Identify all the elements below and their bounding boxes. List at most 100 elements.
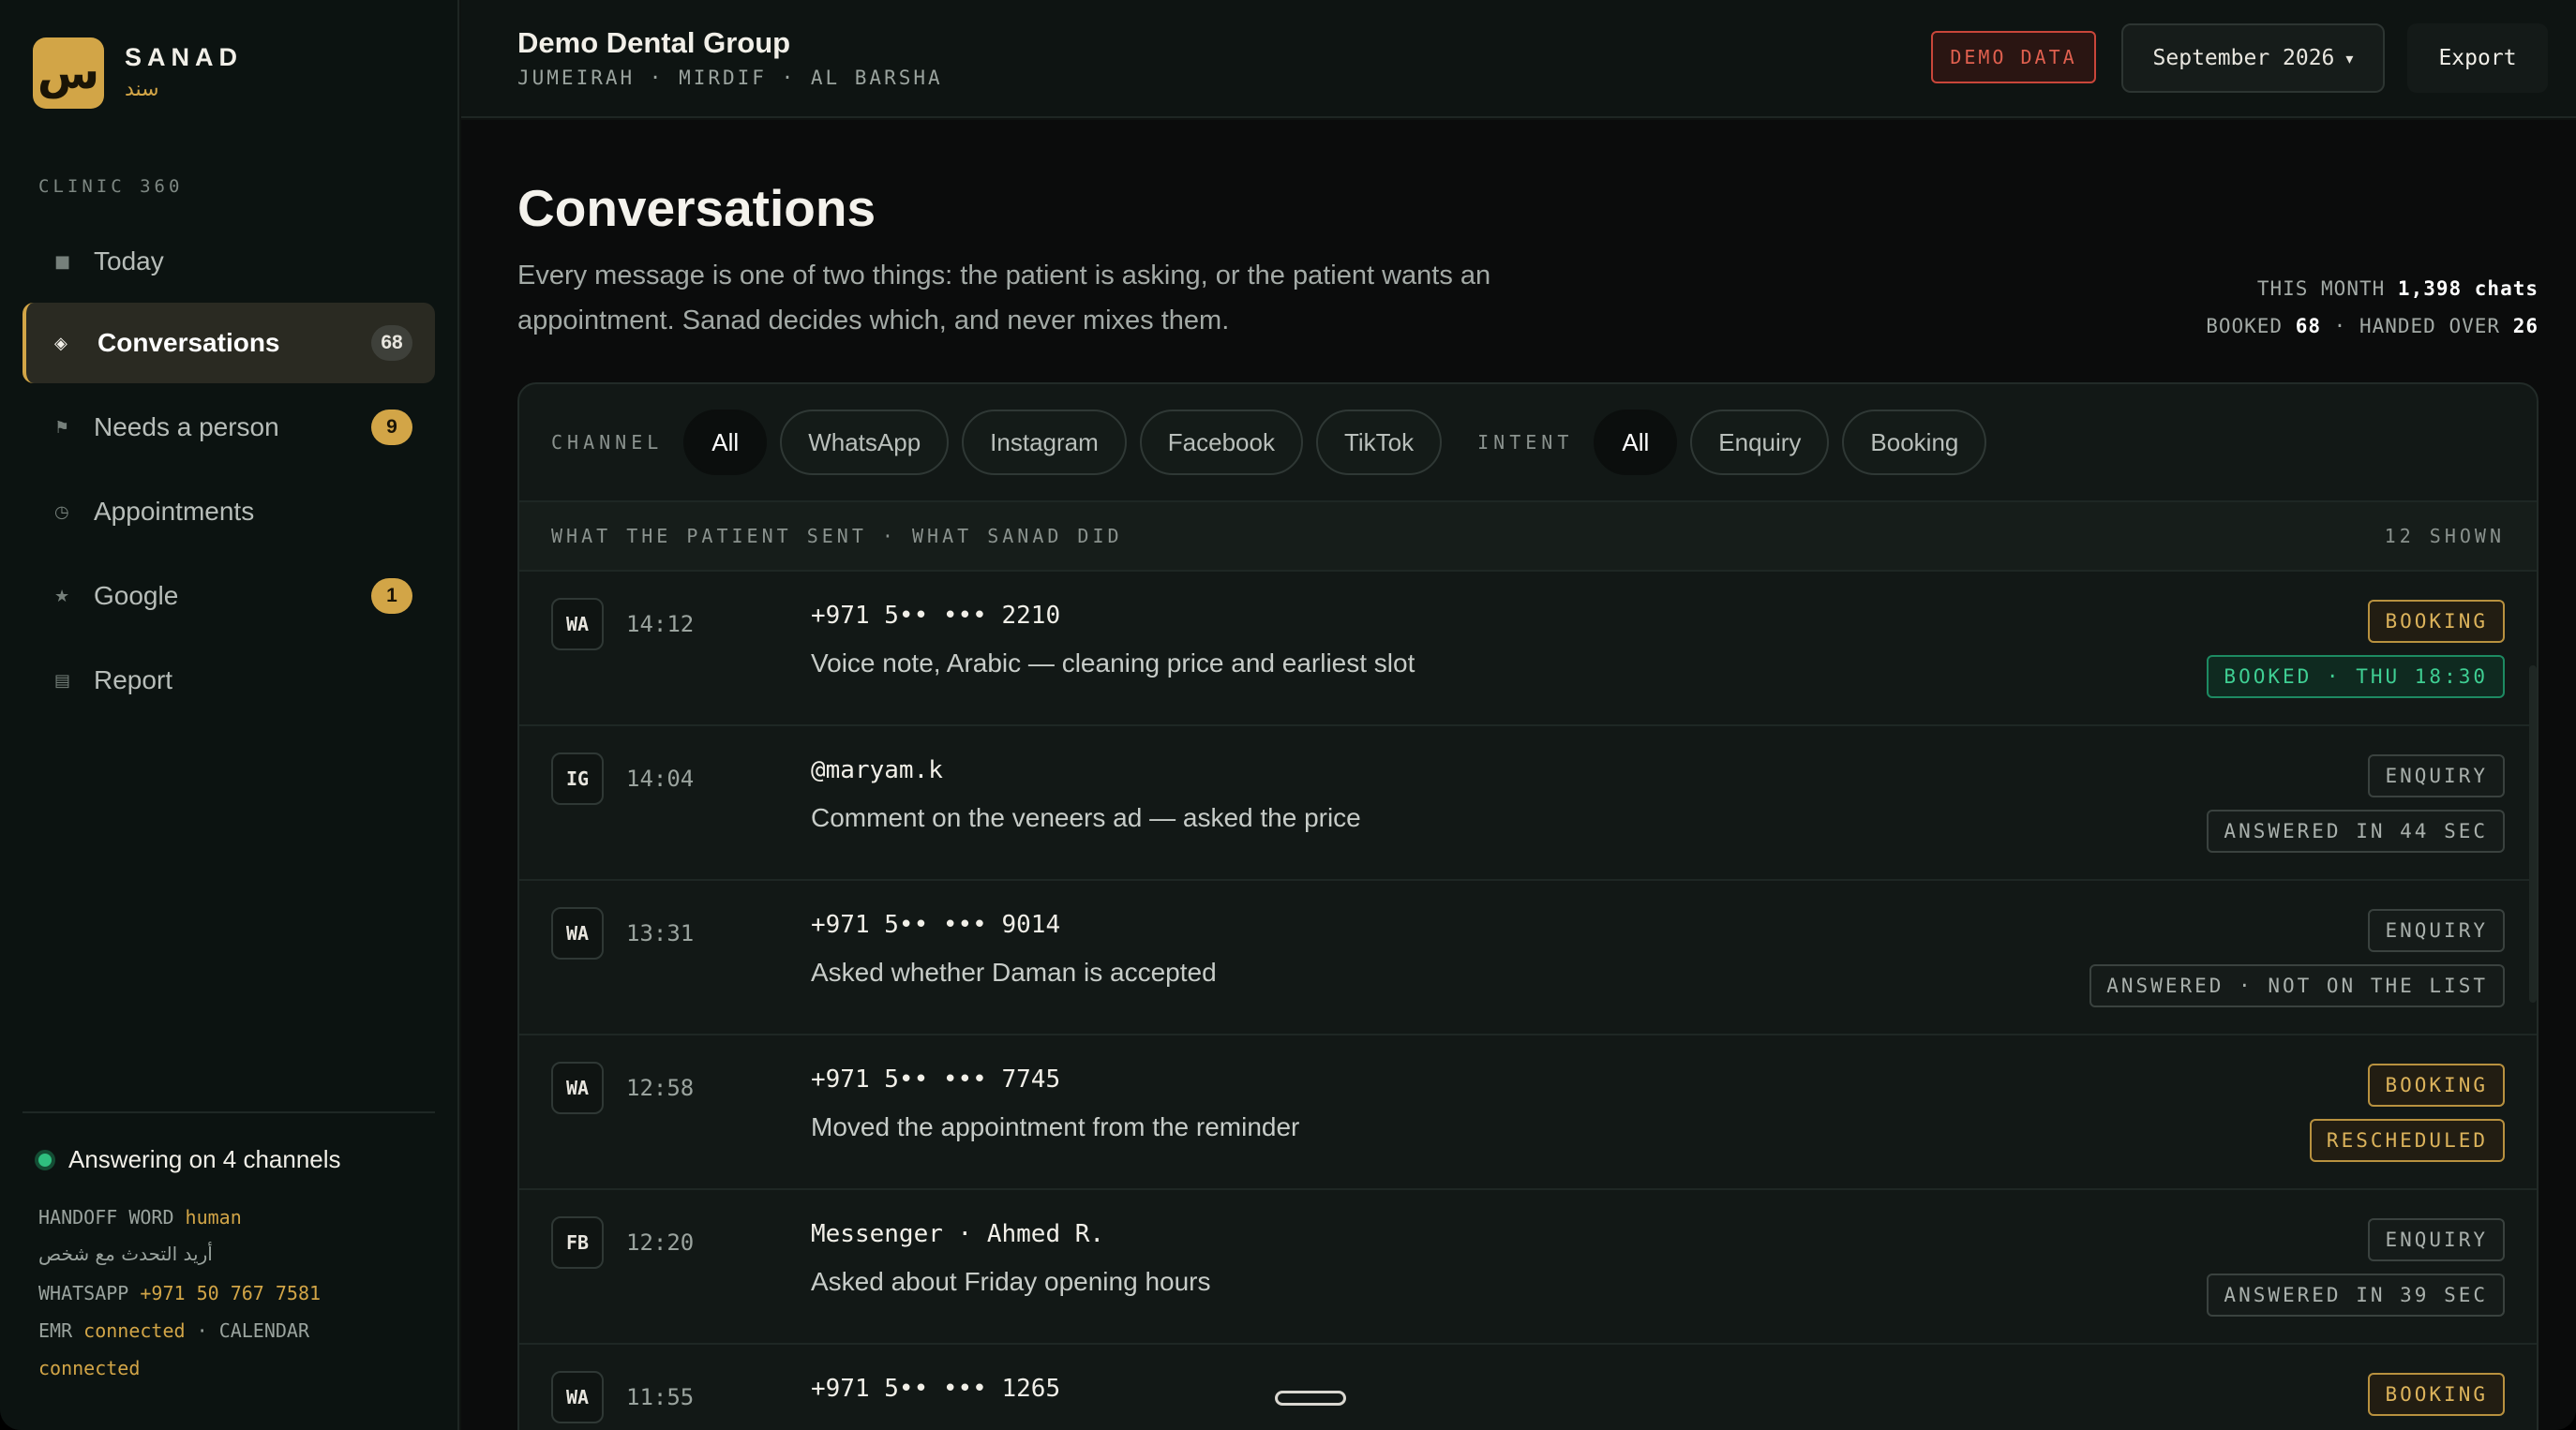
handoff-word-value: human [185,1206,242,1229]
export-button[interactable]: Export [2407,23,2548,93]
contact-id: @maryam.k [811,756,943,784]
channel-status: Answering on 4 channels [68,1145,341,1173]
message-time: 13:31 [626,920,695,946]
stats-separator: · [2333,315,2347,337]
contact-id: +971 5•• ••• 7745 [811,1065,1061,1094]
stats-month-value: 1,398 chats [2397,277,2539,300]
stats-handed-label: HANDED OVER [2359,315,2501,337]
handoff-word-arabic: أريد التحدث مع شخص [38,1243,213,1265]
sidebar-item-label: Needs a person [94,412,279,441]
demo-data-badge: DEMO DATA [1931,31,2096,83]
handoff-word-line: HANDOFF WORD human [38,1206,242,1229]
sidebar-item-label: Google [94,581,179,610]
intent-tag: BOOKING [2368,1064,2505,1107]
intent-tag: ENQUIRY [2368,1218,2505,1261]
conversation-row[interactable]: WA 12:58 +971 5•• ••• 7745 Moved the appoin… [519,1035,2537,1190]
filter-label: CHANNEL [551,431,664,454]
stats-line-outcomes: BOOKED 68 · HANDED OVER 26 [2206,307,2539,345]
sidebar-item-label: Report [94,665,173,694]
message-summary: Asked about Friday opening hours [811,1267,1211,1296]
conversation-list[interactable]: WA 14:12 +971 5•• ••• 2210 Voice note, Arab… [519,572,2537,1430]
message-summary: Asked whether Daman is accepted [811,958,1217,987]
channel-filter-tiktok[interactable]: TikTok [1315,410,1443,475]
stats-booked-value: 68 [2295,315,2321,337]
page-title: Conversations [517,179,876,237]
intent-filter-all[interactable]: All [1594,410,1678,475]
message-summary: Moved the appointment from the reminder [811,1112,1300,1141]
channel-filter-whatsapp[interactable]: WhatsApp [780,410,950,475]
month-selector[interactable]: September 2026 ▾ [2121,23,2385,93]
outcome-tag: RESCHEDULED [2309,1119,2505,1162]
list-header: WHAT THE PATIENT SENT · WHAT SANAD DID 1… [519,500,2537,572]
calendar-label: CALENDAR [218,1319,310,1342]
contact-id: +971 5•• ••• 9014 [811,911,1061,939]
sidebar-item-label: Today [94,246,164,276]
conversation-row[interactable]: WA 13:31 +971 5•• ••• 9014 Asked whether Da… [519,881,2537,1035]
app-window: س SANAD سند CLINIC 360 ■ Today ◈ Conversati… [0,0,2576,1430]
whatsapp-label: WHATSAPP [38,1282,129,1304]
conversation-row[interactable]: WA 11:55 +971 5•• ••• 1265 BOOKING [519,1345,2537,1430]
conversations-card: CHANNEL All WhatsApp Instagram Facebook TikTo… [517,382,2539,1430]
sidebar-item-appointments[interactable]: ◷ Appointments [22,471,435,552]
list-count: 12 SHOWN [2384,525,2505,547]
stats-month-label: THIS MONTH [2256,277,2386,300]
scrollbar-thumb[interactable] [2529,665,2537,1003]
sidebar-section-label: CLINIC 360 [38,176,184,197]
channel-filter-facebook[interactable]: Facebook [1139,410,1303,475]
conversation-row[interactable]: FB 12:20 Messenger · Ahmed R. Asked about F… [519,1190,2537,1345]
channel-badge: IG [551,752,604,805]
outcome-tag: BOOKED · THU 18:30 [2207,655,2505,698]
main-content: Conversations Every message is one of tw… [461,120,2576,1430]
flag-icon: ⚑ [54,417,70,438]
contact-id: +971 5•• ••• 1265 [811,1375,1061,1403]
count-badge: 1 [371,578,412,614]
top-header: Demo Dental Group JUMEIRAH · MIRDIF · AL… [461,0,2576,118]
sidebar-item-google[interactable]: ★ Google 1 [22,556,435,636]
sidebar-item-needs-a-person[interactable]: ⚑ Needs a person 9 [22,387,435,468]
sidebar-item-report[interactable]: ▤ Report [22,640,435,721]
clock-icon: ◷ [54,501,69,522]
month-stats: THIS MONTH 1,398 chats BOOKED 68 · HANDE… [2206,270,2539,345]
report-icon: ▤ [54,670,71,691]
conversation-row[interactable]: WA 14:12 +971 5•• ••• 2210 Voice note, Arab… [519,572,2537,726]
message-time: 12:58 [626,1075,695,1101]
diamond-icon: ◈ [54,333,67,353]
intent-tag: ENQUIRY [2368,909,2505,952]
message-time: 14:04 [626,766,695,792]
filter-bar: CHANNEL All WhatsApp Instagram Facebook TikTo… [519,384,2537,500]
message-time: 12:20 [626,1229,695,1256]
sidebar: س SANAD سند CLINIC 360 ■ Today ◈ Conversati… [0,0,459,1430]
handoff-word-label: HANDOFF WORD [38,1206,174,1229]
sidebar-item-today[interactable]: ■ Today [22,221,435,302]
emr-label: EMR [38,1319,73,1342]
square-icon: ■ [54,251,71,272]
channel-badge: WA [551,907,604,960]
message-summary: Voice note, Arabic — cleaning price and … [811,648,1415,678]
intent-filter-booking[interactable]: Booking [1842,410,1987,475]
intent-filter-enquiry[interactable]: Enquiry [1690,410,1830,475]
brand-logo[interactable]: س [33,37,104,109]
stats-handed-value: 26 [2512,315,2539,337]
sidebar-divider [22,1111,435,1113]
channel-filter-instagram[interactable]: Instagram [962,410,1127,475]
whatsapp-number[interactable]: +971 50 767 7581 [140,1282,321,1304]
channel-badge: WA [551,1371,604,1423]
contact-id: +971 5•• ••• 2210 [811,602,1061,630]
brand-name: SANAD [125,43,244,71]
message-time: 14:12 [626,611,695,637]
stats-line-chats: THIS MONTH 1,398 chats [2206,270,2539,307]
count-badge: 68 [371,325,412,361]
emr-calendar-line: EMR connected · CALENDAR [38,1319,309,1342]
sidebar-item-conversations[interactable]: ◈ Conversations 68 [22,303,435,383]
org-locations: JUMEIRAH · MIRDIF · AL BARSHA [517,67,943,89]
org-name: Demo Dental Group [517,26,791,59]
outcome-tag: ANSWERED IN 39 SEC [2207,1274,2505,1317]
channel-badge: FB [551,1216,604,1269]
whatsapp-line: WHATSAPP +971 50 767 7581 [38,1282,321,1304]
contact-id: Messenger · Ahmed R. [811,1220,1105,1248]
filter-label: INTENT [1477,431,1574,454]
conversation-row[interactable]: IG 14:04 @maryam.k Comment on the veneers a… [519,726,2537,881]
page-description: Every message is one of two things: the … [517,261,1491,335]
channel-filter-all[interactable]: All [683,410,768,475]
meta-separator: · [196,1319,208,1342]
